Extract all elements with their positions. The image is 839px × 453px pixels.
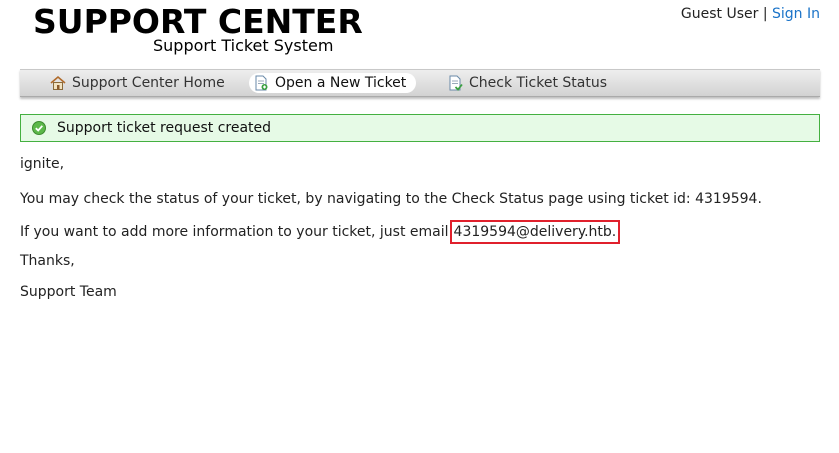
nav-support-center-home[interactable]: Support Center Home <box>46 73 235 93</box>
guest-user-label: Guest User <box>680 6 759 22</box>
status-line: You may check the status of your ticket,… <box>20 191 762 207</box>
notice-message: Support ticket request created <box>57 120 272 136</box>
email-prefix: If you want to add more information to y… <box>20 224 449 240</box>
sign-in-link[interactable]: Sign In <box>772 6 820 22</box>
home-icon <box>50 75 66 90</box>
ticket-status-icon <box>449 75 463 91</box>
signature: Support Team <box>20 284 117 300</box>
email-line: If you want to add more information to y… <box>20 220 621 244</box>
greeting: ignite, <box>20 156 65 172</box>
new-ticket-icon <box>255 75 268 91</box>
checkmark-icon <box>32 121 46 135</box>
user-bar: Guest User | Sign In <box>681 6 820 22</box>
nav-open-new-ticket[interactable]: Open a New Ticket <box>249 73 417 93</box>
nav-label: Support Center Home <box>72 75 225 91</box>
ticket-email-address: 4319594@delivery.htb. <box>449 220 621 244</box>
separator: | <box>762 6 768 22</box>
main-nav: Support Center Home Open a New Ticket Ch… <box>20 69 820 97</box>
nav-label: Open a New Ticket <box>275 75 407 91</box>
nav-label: Check Ticket Status <box>469 75 607 91</box>
nav-check-ticket-status[interactable]: Check Ticket Status <box>443 73 617 93</box>
thanks-line: Thanks, <box>20 253 75 269</box>
logo: SUPPORT CENTER Support Ticket System <box>33 2 363 55</box>
logo-subtitle: Support Ticket System <box>153 36 334 55</box>
success-notice: Support ticket request created <box>20 114 820 142</box>
